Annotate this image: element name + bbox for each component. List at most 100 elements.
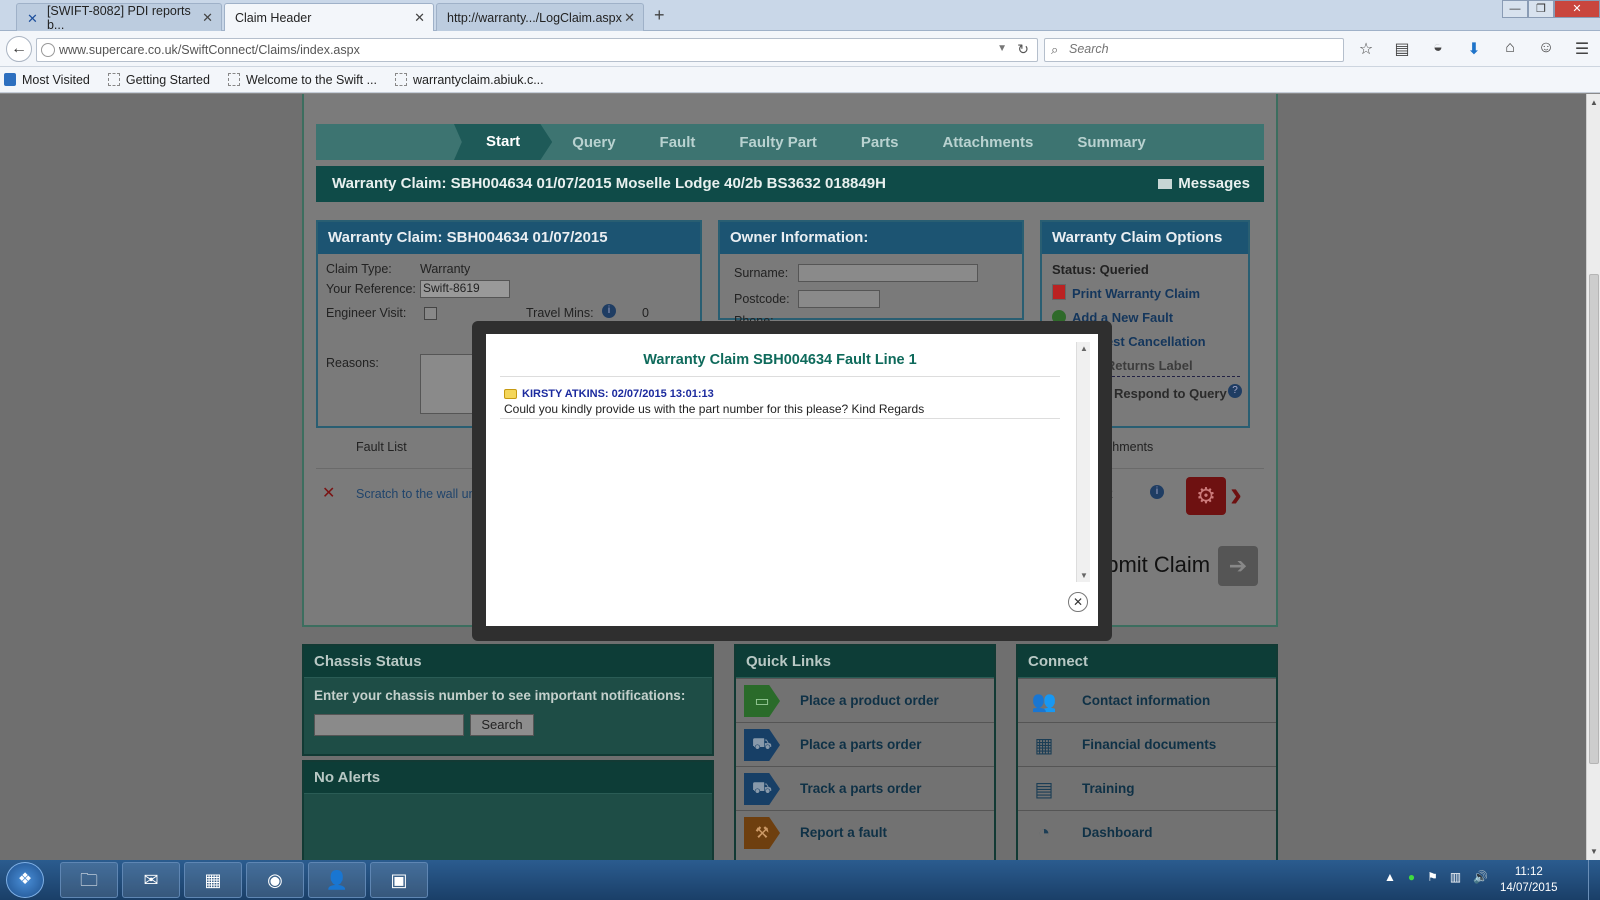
- scroll-thumb[interactable]: [1589, 274, 1599, 764]
- clock[interactable]: 11:12 14/07/2015: [1500, 864, 1558, 896]
- chat-icon[interactable]: ☺: [1536, 39, 1556, 59]
- scroll-down-icon[interactable]: ▼: [1080, 571, 1088, 580]
- browser-tab-claim-header[interactable]: Claim Header ✕: [224, 3, 434, 31]
- quick-links-panel: Quick Links ▭ Place a product order ⛟ Pl…: [734, 644, 996, 860]
- bookmark-welcome-swift[interactable]: Welcome to the Swift ...: [227, 73, 377, 87]
- info-icon[interactable]: i: [602, 304, 616, 318]
- show-desktop-button[interactable]: [1588, 860, 1600, 900]
- tray-expand-icon[interactable]: ▲: [1384, 870, 1396, 884]
- engineer-visit-label: Engineer Visit:: [326, 306, 407, 320]
- back-arrow-icon[interactable]: ←: [6, 36, 32, 62]
- step-fault[interactable]: Fault: [660, 134, 696, 151]
- volume-icon[interactable]: 🔊: [1473, 870, 1488, 884]
- step-summary[interactable]: Summary: [1077, 134, 1145, 151]
- restore-icon[interactable]: ❐: [1528, 0, 1554, 18]
- claim-status: Status: Queried: [1052, 262, 1149, 277]
- help-icon[interactable]: ?: [1228, 384, 1242, 398]
- owner-info-box: Owner Information: Surname: Postcode: Ph…: [718, 220, 1024, 328]
- browser-tab-logclaim[interactable]: http://warranty.../LogClaim.aspx ✕: [436, 3, 644, 31]
- menu-icon[interactable]: ☰: [1572, 39, 1592, 59]
- browser-tab-swift[interactable]: ✕ [SWIFT-8082] PDI reports b... ✕: [16, 3, 222, 32]
- step-attachments[interactable]: Attachments: [942, 134, 1033, 151]
- home-icon[interactable]: ⌂: [1500, 39, 1520, 59]
- engineer-visit-checkbox[interactable]: [424, 307, 437, 320]
- print-claim-link[interactable]: Print Warranty Claim: [1072, 286, 1200, 301]
- surname-input[interactable]: [798, 264, 978, 282]
- step-query[interactable]: Query: [572, 134, 615, 151]
- scroll-up-icon[interactable]: ▲: [1590, 98, 1598, 107]
- reference-input[interactable]: Swift-8619: [420, 280, 510, 298]
- quick-link-report-fault[interactable]: ⚒ Report a fault: [736, 810, 994, 854]
- bookmarks-toolbar: Most Visited Getting Started Welcome to …: [0, 67, 1600, 93]
- pocket-icon[interactable]: ◒: [1428, 39, 1448, 59]
- address-bar[interactable]: www.supercare.co.uk/SwiftConnect/Claims/…: [36, 38, 1038, 62]
- close-icon[interactable]: ✕: [624, 10, 635, 26]
- network-icon[interactable]: ▥: [1450, 870, 1461, 884]
- travel-mins-value: 0: [642, 306, 649, 320]
- speech-bubble-icon: [504, 389, 517, 400]
- tab-label: Claim Header: [235, 10, 312, 25]
- delete-icon[interactable]: ✕: [322, 483, 335, 503]
- close-icon[interactable]: ✕: [414, 10, 425, 26]
- step-faulty-part[interactable]: Faulty Part: [739, 134, 817, 151]
- outlook-icon[interactable]: ✉: [122, 862, 180, 898]
- connect-contact[interactable]: 👥 Contact information: [1018, 678, 1276, 722]
- chassis-input[interactable]: [314, 714, 464, 736]
- step-start[interactable]: Start: [454, 124, 553, 160]
- close-icon[interactable]: ✕: [202, 10, 213, 26]
- divider: [500, 376, 1060, 377]
- reasons-label: Reasons:: [326, 356, 379, 370]
- page-scrollbar[interactable]: ▲ ▼: [1586, 94, 1600, 860]
- tab-label: [SWIFT-8082] PDI reports b...: [46, 3, 191, 32]
- firefox-icon[interactable]: ◉: [246, 862, 304, 898]
- step-parts[interactable]: Parts: [861, 134, 899, 151]
- window-close-icon[interactable]: ✕: [1554, 0, 1600, 18]
- attachments-header: chments: [1106, 440, 1154, 454]
- scroll-up-icon[interactable]: ▲: [1080, 344, 1088, 353]
- chassis-prompt: Enter your chassis number to see importa…: [314, 688, 686, 703]
- bookmark-getting-started[interactable]: Getting Started: [107, 73, 210, 87]
- quick-link-track-order[interactable]: ⛟ Track a parts order: [736, 766, 994, 810]
- status-green-icon[interactable]: ●: [1408, 870, 1415, 884]
- postcode-input[interactable]: [798, 290, 880, 308]
- search-box[interactable]: ⌕: [1044, 38, 1344, 62]
- calendar-app-icon[interactable]: ▦: [184, 862, 242, 898]
- gear-icon[interactable]: ⚙: [1186, 477, 1226, 515]
- connect-dashboard[interactable]: ◔ Dashboard: [1018, 810, 1276, 854]
- message-text: Could you kindly provide us with the par…: [504, 402, 925, 416]
- users-app-icon[interactable]: 👤: [308, 862, 366, 898]
- windows-taskbar: ❖ 🗀 ✉ ▦ ◉ 👤 ▣ ▲ ● ⚑ ▥ 🔊 11:12 14/07/2015: [0, 860, 1600, 900]
- connect-training[interactable]: ▤ Training: [1018, 766, 1276, 810]
- bookmark-star-icon[interactable]: ☆: [1356, 39, 1376, 59]
- reading-list-icon[interactable]: ▤: [1392, 39, 1412, 59]
- bookmark-warrantyclaim[interactable]: warrantyclaim.abiuk.c...: [395, 73, 544, 87]
- fault-link[interactable]: Scratch to the wall unit: [356, 487, 482, 501]
- new-tab-icon[interactable]: +: [654, 5, 665, 26]
- quick-link-parts-order[interactable]: ⛟ Place a parts order: [736, 722, 994, 766]
- modal-close-button[interactable]: ✕: [1068, 592, 1088, 612]
- modal-scrollbar[interactable]: ▲ ▼: [1076, 342, 1090, 582]
- message-author: KIRSTY ATKINS: 02/07/2015 13:01:13: [504, 388, 714, 400]
- minimize-icon[interactable]: —: [1502, 0, 1528, 18]
- messages-link[interactable]: Messages: [1158, 166, 1250, 202]
- explorer-icon[interactable]: 🗀: [60, 862, 118, 898]
- chevron-right-icon[interactable]: ›: [1230, 473, 1242, 515]
- sage-icon[interactable]: ▣: [370, 862, 428, 898]
- reload-icon[interactable]: ↻: [1017, 41, 1029, 58]
- scroll-down-icon[interactable]: ▼: [1590, 847, 1598, 856]
- chassis-status-panel: Chassis Status Enter your chassis number…: [302, 644, 714, 756]
- dropdown-arrow-icon[interactable]: ▼: [997, 43, 1007, 54]
- chassis-search-button[interactable]: Search: [470, 714, 534, 736]
- quick-link-product-order[interactable]: ▭ Place a product order: [736, 678, 994, 722]
- search-input[interactable]: [1069, 42, 1329, 56]
- submit-arrow-icon[interactable]: ➔: [1218, 546, 1258, 586]
- alerts-panel: No Alerts: [302, 760, 714, 860]
- download-icon[interactable]: ⬇: [1464, 39, 1484, 59]
- bookmark-most-visited[interactable]: Most Visited: [4, 73, 90, 87]
- claim-box-title: Warranty Claim: SBH004634 01/07/2015: [318, 222, 700, 254]
- start-button[interactable]: ❖: [6, 862, 44, 898]
- respond-query-link[interactable]: Respond to Query: [1114, 386, 1227, 401]
- connect-financial[interactable]: ▦ Financial documents: [1018, 722, 1276, 766]
- flag-icon[interactable]: ⚑: [1427, 870, 1438, 884]
- info-icon[interactable]: i: [1150, 485, 1164, 499]
